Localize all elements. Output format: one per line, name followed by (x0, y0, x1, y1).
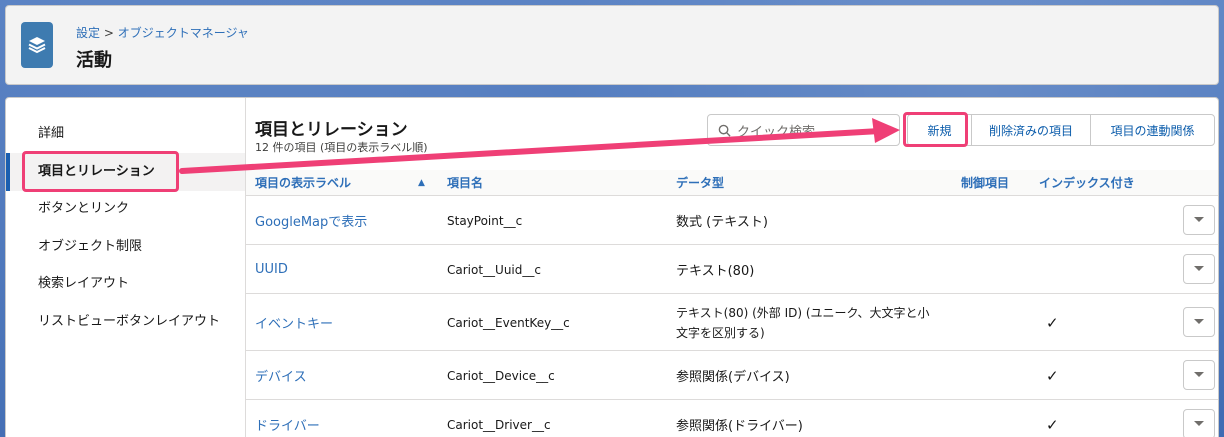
row-actions-dropdown-button[interactable] (1183, 205, 1215, 235)
table-row: GoogleMapで表示 StayPoint__c 数式 (テキスト) (246, 196, 1218, 245)
section-title: 項目とリレーション (255, 120, 408, 140)
field-api-name: StayPoint__c (447, 213, 523, 228)
column-header-data-type[interactable]: データ型 (676, 170, 724, 196)
field-data-type-line2: 文字を区別する) (676, 325, 765, 340)
search-placeholder: クイック検索 (737, 124, 816, 140)
breadcrumb: 設定 > オブジェクトマネージャ (76, 24, 249, 41)
field-label-link[interactable]: デバイス (255, 366, 307, 385)
field-label-link[interactable]: イベントキー (255, 313, 333, 332)
field-data-type: 参照関係(デバイス) (676, 370, 790, 385)
field-data-type: 参照関係(ドライバー) (676, 419, 803, 434)
row-actions-dropdown-button[interactable] (1183, 307, 1215, 337)
field-data-type-line1: テキスト(80) (外部 ID) (ユニーク、大文字と小 (676, 305, 930, 320)
annotation-highlight-new-button (903, 112, 968, 147)
indexed-check-icon: ✓ (1046, 366, 1059, 385)
column-header-indexed[interactable]: インデックス付き (1039, 170, 1135, 196)
table-row: デバイス Cariot__Device__c 参照関係(デバイス) ✓ (246, 351, 1218, 400)
main-panel: 詳細 項目とリレーション ボタンとリンク オブジェクト制限 検索レイアウト リス… (5, 97, 1219, 437)
deleted-fields-button[interactable]: 削除済みの項目 (971, 114, 1091, 146)
sidebar-item-object-limits[interactable]: オブジェクト制限 (6, 228, 245, 266)
field-label-link[interactable]: UUID (255, 262, 288, 277)
table-row: イベントキー Cariot__EventKey__c テキスト(80) (外部 … (246, 294, 1218, 351)
page-title: 活動 (76, 50, 112, 71)
row-actions-dropdown-button[interactable] (1183, 360, 1215, 390)
field-data-type: テキスト(80) (外部 ID) (ユニーク、大文字と小 文字を区別する) (676, 294, 929, 351)
chevron-down-icon (1194, 421, 1204, 426)
field-api-name: Cariot__Driver__c (447, 417, 551, 432)
row-actions-dropdown-button[interactable] (1183, 254, 1215, 284)
content-area: 項目とリレーション 12 件の項目 (項目の表示ラベル順) クイック検索 新規 … (246, 98, 1218, 437)
field-data-type: テキスト(80) (676, 264, 755, 279)
sort-ascending-icon[interactable]: ▲ (418, 170, 425, 196)
search-icon (718, 124, 731, 137)
breadcrumb-object-manager-link[interactable]: オブジェクトマネージャ (118, 26, 249, 40)
field-api-name: Cariot__EventKey__c (447, 315, 570, 330)
row-actions-dropdown-button[interactable] (1183, 409, 1215, 437)
chevron-down-icon (1194, 319, 1204, 324)
indexed-check-icon: ✓ (1046, 415, 1059, 434)
sidebar-item-details[interactable]: 詳細 (6, 115, 245, 153)
layers-icon (21, 22, 53, 68)
page-header: 設定 > オブジェクトマネージャ 活動 (5, 5, 1219, 85)
sidebar-item-list-view-button-layout[interactable]: リストビューボタンレイアウト (6, 303, 245, 341)
field-api-name: Cariot__Uuid__c (447, 262, 541, 277)
field-dependencies-button[interactable]: 項目の連動関係 (1090, 114, 1215, 146)
table-row: ドライバー Cariot__Driver__c 参照関係(ドライバー) ✓ (246, 400, 1218, 437)
sidebar-item-buttons-links[interactable]: ボタンとリンク (6, 190, 245, 228)
sidebar-item-search-layouts[interactable]: 検索レイアウト (6, 265, 245, 303)
indexed-check-icon: ✓ (1046, 313, 1059, 332)
table-header: 項目の表示ラベル ▲ 項目名 データ型 制御項目 インデックス付き (246, 170, 1218, 196)
breadcrumb-separator: > (103, 26, 114, 40)
quick-search-input[interactable]: クイック検索 (707, 114, 900, 146)
field-label-link[interactable]: ドライバー (255, 415, 320, 434)
field-api-name: Cariot__Device__c (447, 368, 555, 383)
field-label-link[interactable]: GoogleMapで表示 (255, 211, 367, 230)
column-header-controlling[interactable]: 制御項目 (961, 170, 1009, 196)
chevron-down-icon (1194, 217, 1204, 222)
annotation-highlight-sidebar (22, 151, 179, 192)
sidebar: 詳細 項目とリレーション ボタンとリンク オブジェクト制限 検索レイアウト リス… (6, 98, 246, 437)
chevron-down-icon (1194, 372, 1204, 377)
section-subtitle: 12 件の項目 (項目の表示ラベル順) (255, 141, 428, 154)
breadcrumb-setup-link[interactable]: 設定 (76, 26, 100, 40)
chevron-down-icon (1194, 266, 1204, 271)
field-data-type: 数式 (テキスト) (676, 215, 768, 230)
column-header-label[interactable]: 項目の表示ラベル (255, 170, 351, 196)
column-header-api-name[interactable]: 項目名 (447, 170, 483, 196)
table-row: UUID Cariot__Uuid__c テキスト(80) (246, 245, 1218, 294)
